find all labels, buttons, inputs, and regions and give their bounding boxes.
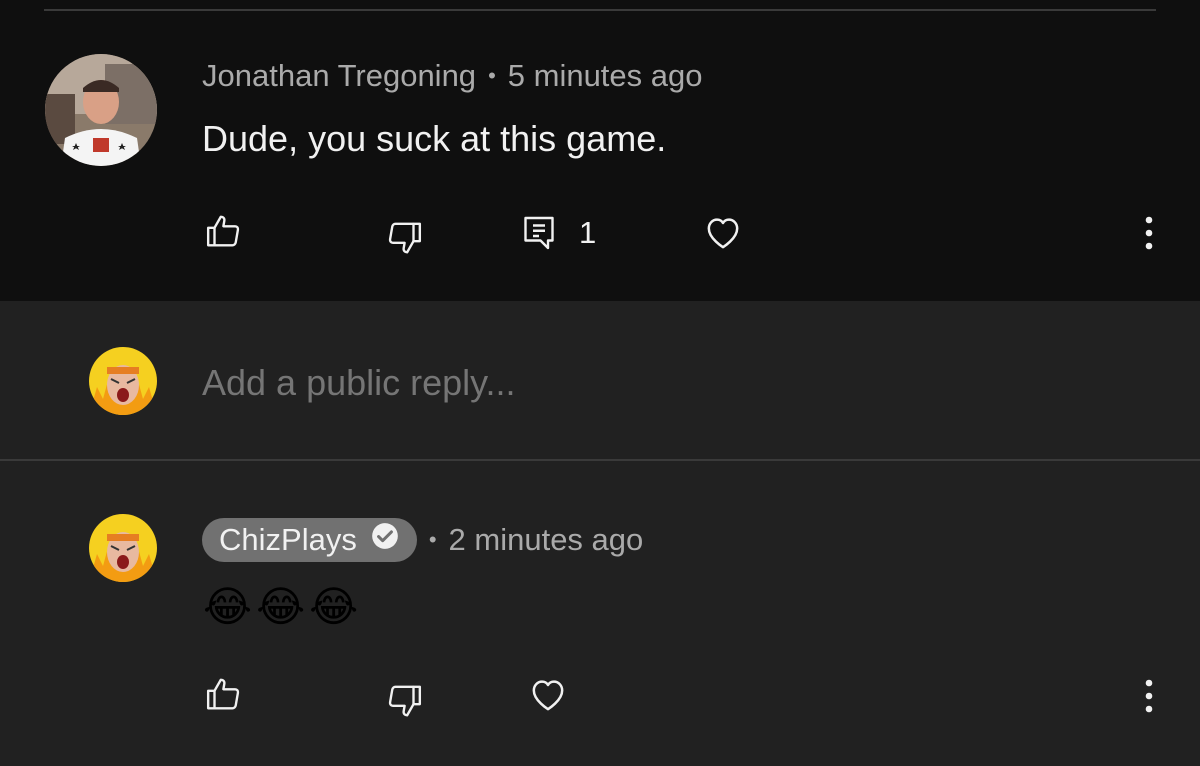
reply-meta-separator: • — [428, 527, 437, 552]
reply-input-area — [0, 301, 1200, 459]
more-options-button[interactable] — [1143, 216, 1155, 252]
heart-button[interactable] — [703, 213, 743, 253]
reply-more-options-button[interactable] — [1143, 679, 1155, 715]
comment-text: Dude, you suck at this game. — [202, 118, 667, 159]
heart-icon — [707, 218, 739, 249]
dislike-button[interactable] — [385, 219, 423, 257]
laughing-emoji: 😂 — [203, 583, 253, 630]
parent-comment: Jonathan Tregoning • 5 minutes ago Dude,… — [0, 0, 1200, 301]
reply-comment: ChizPlays • 2 minutes ago 😂 😂 😂 — [0, 461, 1200, 766]
reply-author-name: ChizPlays — [219, 522, 357, 557]
more-vert-icon — [1145, 216, 1153, 250]
commenter-avatar[interactable] — [45, 54, 157, 166]
comment-icon — [524, 216, 554, 250]
reply-heart-button[interactable] — [528, 675, 568, 715]
reply-timestamp[interactable]: 2 minutes ago — [449, 522, 644, 558]
user-avatar — [89, 347, 157, 415]
laughing-emoji: 😂 — [256, 583, 306, 630]
verified-check-icon — [371, 522, 399, 558]
thumbs-up-icon — [206, 678, 240, 710]
laughing-emoji: 😂 — [309, 583, 359, 630]
comment-timestamp[interactable]: 5 minutes ago — [508, 58, 703, 94]
thumbs-down-icon — [388, 685, 422, 717]
reply-meta: ChizPlays • 2 minutes ago — [202, 518, 643, 562]
heart-icon — [532, 680, 564, 711]
comment-top-divider — [44, 9, 1156, 11]
creator-author-chip[interactable]: ChizPlays — [202, 518, 417, 562]
thumbs-down-icon — [388, 222, 422, 254]
author-name[interactable]: Jonathan Tregoning — [202, 58, 476, 94]
reply-like-button[interactable] — [205, 675, 243, 713]
reply-input[interactable] — [202, 362, 1102, 404]
meta-separator: • — [488, 63, 496, 88]
more-vert-icon — [1145, 679, 1153, 713]
replies-button[interactable]: 1 — [521, 213, 596, 253]
comment-meta: Jonathan Tregoning • 5 minutes ago — [202, 58, 703, 94]
reply-dislike-button[interactable] — [385, 682, 423, 720]
thumbs-up-icon — [206, 215, 240, 247]
reply-count: 1 — [579, 215, 597, 250]
like-button[interactable] — [205, 212, 243, 250]
reply-text: 😂 😂 😂 — [203, 583, 358, 631]
reply-author-avatar[interactable] — [89, 514, 157, 582]
